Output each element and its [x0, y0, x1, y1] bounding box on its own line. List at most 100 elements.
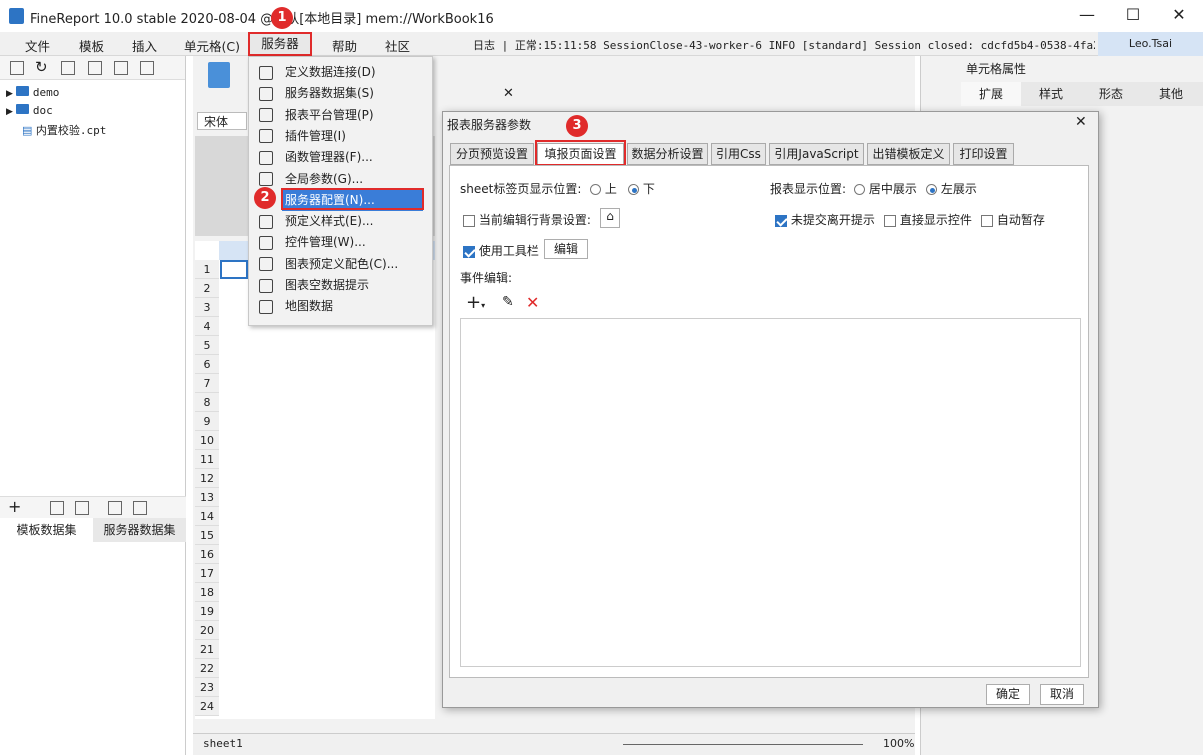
selected-cell[interactable]	[220, 260, 248, 279]
row-header[interactable]: 14	[195, 507, 219, 526]
row-header[interactable]: 12	[195, 469, 219, 488]
server-menu-item[interactable]: 预定义样式(E)...	[259, 211, 429, 232]
server-menu-item[interactable]: 定义数据连接(D)	[259, 62, 429, 83]
copy-icon[interactable]	[140, 61, 154, 75]
tab-form[interactable]: 形态	[1081, 82, 1141, 106]
dialog-tab[interactable]: 出错模板定义	[867, 143, 950, 165]
edit-icon[interactable]	[50, 501, 64, 515]
menu-file[interactable]: 文件	[25, 36, 50, 55]
dialog-close-button[interactable]: ✕	[1075, 114, 1087, 130]
tree-item-cpt[interactable]: ▤ 内置校验.cpt	[6, 122, 106, 140]
zoom-level: 100%	[883, 737, 915, 750]
row-header[interactable]: 11	[195, 450, 219, 469]
menu-help[interactable]: 帮助	[332, 36, 357, 55]
menu-server[interactable]: 服务器	[248, 32, 312, 56]
tab-server-dataset[interactable]: 服务器数据集	[93, 518, 186, 542]
tab-template-dataset[interactable]: 模板数据集	[0, 518, 93, 542]
autosave-setting[interactable]: 自动暂存	[981, 211, 1045, 228]
row-header[interactable]: 18	[195, 583, 219, 602]
bg-checkbox	[463, 214, 475, 227]
dialog-tab[interactable]: 数据分析设置	[627, 143, 708, 165]
row-header[interactable]: 24	[195, 697, 219, 716]
log-status[interactable]: 日志 | 正常:15:11:58 SessionClose-43-worker-…	[473, 37, 1095, 53]
delete-event-icon[interactable]: ✕	[526, 293, 539, 312]
editor-tab-close[interactable]: ✕	[503, 86, 514, 101]
row-header[interactable]: 15	[195, 526, 219, 545]
add-event-icon[interactable]: +▾	[466, 292, 485, 313]
toolbar-setting[interactable]: 使用工具栏	[463, 242, 539, 259]
paint-bucket-icon[interactable]: ⌂	[600, 208, 620, 228]
font-select[interactable]: 宋体	[197, 112, 247, 130]
row-header[interactable]: 17	[195, 564, 219, 583]
server-menu-item[interactable]: 服务器数据集(S)	[259, 83, 429, 104]
row-header[interactable]: 22	[195, 659, 219, 678]
delete-icon[interactable]	[114, 61, 128, 75]
server-menu-item[interactable]: 函数管理器(F)...	[259, 147, 429, 168]
edit-event-icon[interactable]: ✎	[502, 294, 514, 310]
tab-other[interactable]: 其他	[1141, 82, 1201, 106]
menu-template[interactable]: 模板	[79, 36, 104, 55]
bg-setting[interactable]: 当前编辑行背景设置:	[463, 211, 591, 228]
server-menu-item[interactable]: 全局参数(G)...	[259, 169, 429, 190]
refresh-icon[interactable]: ↻	[35, 58, 48, 76]
row-header[interactable]: 16	[195, 545, 219, 564]
radio-top[interactable]: 上	[590, 180, 617, 197]
row-header[interactable]: 21	[195, 640, 219, 659]
zoom-slider[interactable]	[623, 744, 863, 745]
row-header[interactable]: 13	[195, 488, 219, 507]
sheet-tab[interactable]: sheet1	[203, 737, 243, 750]
minimize-button[interactable]: —	[1064, 0, 1110, 32]
server-menu-item[interactable]: 地图数据	[259, 296, 429, 317]
direct-widget-setting[interactable]: 直接显示控件	[884, 211, 972, 228]
server-menu-item[interactable]: 图表预定义配色(C)...	[259, 254, 429, 275]
row-header[interactable]: 10	[195, 431, 219, 450]
tree-item-doc[interactable]: ▶ doc	[6, 104, 106, 122]
delete-dataset-icon[interactable]	[75, 501, 89, 515]
tree-item-demo[interactable]: ▶ demo	[6, 86, 106, 104]
row-header[interactable]: 4	[195, 317, 219, 336]
row-header[interactable]: 23	[195, 678, 219, 697]
settings-icon[interactable]	[88, 61, 102, 75]
server-menu-item[interactable]: 插件管理(I)	[259, 126, 429, 147]
dialog-tab[interactable]: 打印设置	[953, 143, 1014, 165]
row-header[interactable]: 7	[195, 374, 219, 393]
user-name[interactable]: Leo.Tsai	[1098, 32, 1203, 56]
radio-bottom[interactable]: 下	[628, 180, 655, 197]
dataset-settings-icon[interactable]	[133, 501, 147, 515]
menu-community[interactable]: 社区	[385, 36, 410, 55]
row-header[interactable]: 20	[195, 621, 219, 640]
edit-toolbar-button[interactable]: 编辑	[544, 239, 588, 259]
row-header[interactable]: 19	[195, 602, 219, 621]
row-header[interactable]: 3	[195, 298, 219, 317]
row-header[interactable]: 2	[195, 279, 219, 298]
radio-left[interactable]: 左展示	[926, 180, 977, 197]
tab-expand[interactable]: 扩展	[961, 82, 1021, 106]
event-list[interactable]	[460, 318, 1081, 667]
maximize-button[interactable]: ☐	[1110, 0, 1156, 32]
dialog-tab[interactable]: 引用JavaScript	[769, 143, 864, 165]
row-header[interactable]: 1	[195, 260, 219, 279]
radio-center[interactable]: 居中展示	[854, 180, 917, 197]
row-header[interactable]: 5	[195, 336, 219, 355]
unsubmit-setting[interactable]: 未提交离开提示	[775, 211, 875, 228]
dialog-tab[interactable]: 引用Css	[711, 143, 766, 165]
row-header[interactable]: 6	[195, 355, 219, 374]
window-title: FineReport 10.0 stable 2020-08-04 @默认[本地…	[30, 12, 494, 27]
menu-insert[interactable]: 插入	[132, 36, 157, 55]
cancel-button[interactable]: 取消	[1040, 684, 1084, 705]
row-header[interactable]: 9	[195, 412, 219, 431]
open-icon[interactable]	[61, 61, 75, 75]
dialog-tab[interactable]: 分页预览设置	[450, 143, 534, 165]
menu-cell[interactable]: 单元格(C)	[184, 36, 240, 55]
close-button[interactable]: ✕	[1156, 0, 1202, 32]
save-icon[interactable]	[208, 62, 230, 88]
new-folder-icon[interactable]	[10, 61, 24, 75]
server-menu-item[interactable]: 控件管理(W)...	[259, 232, 429, 253]
tab-style[interactable]: 样式	[1021, 82, 1081, 106]
server-menu-item[interactable]: 报表平台管理(P)	[259, 105, 429, 126]
server-menu-item[interactable]: 图表空数据提示	[259, 275, 429, 296]
ok-button[interactable]: 确定	[986, 684, 1030, 705]
preview-icon[interactable]	[108, 501, 122, 515]
row-header[interactable]: 8	[195, 393, 219, 412]
add-icon[interactable]: +	[8, 497, 21, 516]
